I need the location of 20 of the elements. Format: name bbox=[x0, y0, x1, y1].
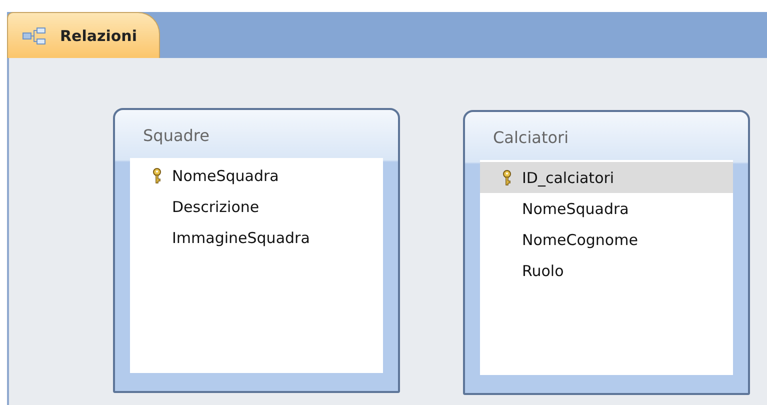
table-window[interactable]: Squadre NomeSquadra Descrizione ImmagineSquadra bbox=[113, 108, 400, 393]
field-item[interactable]: NomeSquadra bbox=[130, 160, 383, 191]
field-name: NomeCognome bbox=[522, 230, 638, 248]
field-item[interactable]: NomeCognome bbox=[480, 224, 733, 255]
field-item[interactable]: ImmagineSquadra bbox=[130, 222, 383, 253]
field-item[interactable]: Ruolo bbox=[480, 255, 733, 286]
table-window[interactable]: Calciatori ID_calciatori NomeSquadra NomeCognome Ruolo bbox=[463, 110, 750, 395]
document-tab[interactable]: Relazioni bbox=[7, 12, 160, 58]
field-item[interactable]: Descrizione bbox=[130, 191, 383, 222]
field-name: NomeSquadra bbox=[522, 200, 629, 218]
field-item[interactable]: NomeSquadra bbox=[480, 193, 733, 224]
relationships-icon bbox=[22, 26, 46, 44]
field-name: Descrizione bbox=[172, 198, 260, 216]
field-item[interactable]: ID_calciatori bbox=[480, 162, 733, 193]
field-name: NomeSquadra bbox=[172, 166, 279, 184]
table-title: Squadre bbox=[142, 125, 210, 147]
field-name: Ruolo bbox=[522, 262, 564, 280]
field-name: ID_calciatori bbox=[522, 168, 614, 186]
table-title: Calciatori bbox=[492, 127, 570, 149]
field-name: ImmagineSquadra bbox=[172, 228, 310, 246]
